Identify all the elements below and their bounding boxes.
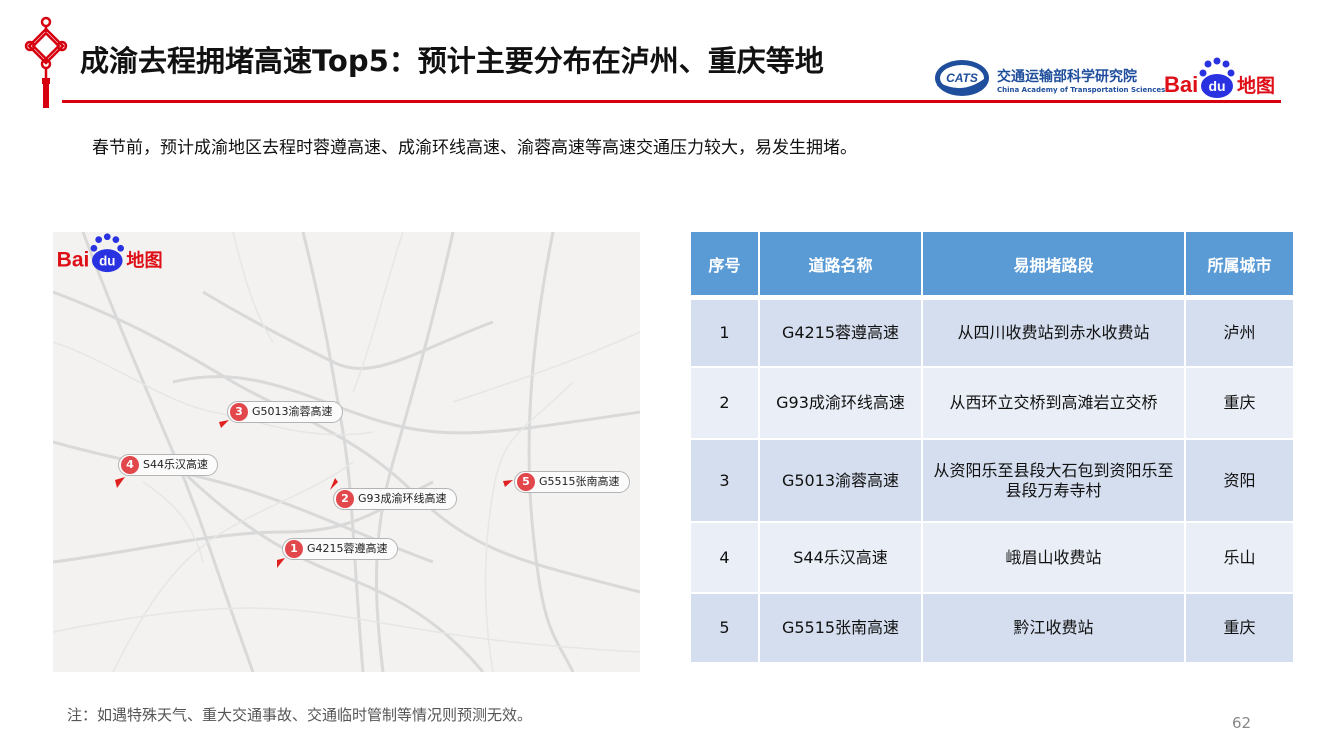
svg-text:du: du	[1208, 78, 1225, 94]
cell-road: G4215蓉遵高速	[760, 300, 923, 368]
marker-label: G93成渝环线高速	[358, 492, 447, 505]
baidu-map-logo: Bai du 地图	[1164, 57, 1275, 98]
cell-road: S44乐汉高速	[760, 523, 923, 594]
cell-section: 峨眉山收费站	[923, 523, 1186, 594]
cell-index: 1	[691, 300, 760, 368]
cell-road: G5515张南高速	[760, 594, 923, 664]
cell-section: 从西环立交桥到高滩岩立交桥	[923, 368, 1186, 440]
cell-section: 从四川收费站到赤水收费站	[923, 300, 1186, 368]
table-row: 4 S44乐汉高速 峨眉山收费站 乐山	[691, 523, 1293, 594]
org-name-en: China Academy of Transportation Sciences	[997, 86, 1166, 94]
marker-label: G4215蓉遵高速	[307, 542, 388, 555]
congestion-table: 序号 道路名称 易拥堵路段 所属城市 1 G4215蓉遵高速 从四川收费站到赤水…	[691, 232, 1293, 664]
map-marker-1[interactable]: 1 G4215蓉遵高速	[282, 538, 398, 560]
cell-city: 资阳	[1186, 440, 1293, 523]
svg-text:Bai: Bai	[1164, 72, 1198, 97]
cell-road: G5013渝蓉高速	[760, 440, 923, 523]
map-baidu-logo: Bai du 地图	[57, 233, 163, 273]
marker-number: 5	[517, 473, 535, 491]
cell-road: G93成渝环线高速	[760, 368, 923, 440]
marker-number: 3	[230, 403, 248, 421]
cell-city: 重庆	[1186, 368, 1293, 440]
map-marker-4[interactable]: 4 S44乐汉高速	[118, 454, 218, 476]
congestion-map: Bai du 地图 3 G5013渝蓉高速 4 S44乐汉高速 2 G93成渝环…	[53, 232, 640, 672]
table-row: 1 G4215蓉遵高速 从四川收费站到赤水收费站 泸州	[691, 300, 1293, 368]
cell-section: 黔江收费站	[923, 594, 1186, 664]
chinese-knot-icon	[24, 16, 68, 108]
cell-city: 重庆	[1186, 594, 1293, 664]
col-header-city: 所属城市	[1186, 232, 1293, 300]
title-divider	[62, 100, 1281, 103]
marker-label: G5515张南高速	[539, 475, 620, 488]
cell-index: 5	[691, 594, 760, 664]
col-header-index: 序号	[691, 232, 760, 300]
table-row: 3 G5013渝蓉高速 从资阳乐至县段大石包到资阳乐至县段万寿寺村 资阳	[691, 440, 1293, 523]
cell-index: 3	[691, 440, 760, 523]
marker-label: S44乐汉高速	[143, 458, 208, 471]
cell-section: 从资阳乐至县段大石包到资阳乐至县段万寿寺村	[923, 440, 1186, 523]
marker-number: 2	[336, 490, 354, 508]
cell-city: 泸州	[1186, 300, 1293, 368]
cell-city: 乐山	[1186, 523, 1293, 594]
svg-text:du: du	[99, 253, 115, 268]
map-marker-3[interactable]: 3 G5013渝蓉高速	[227, 401, 343, 423]
marker-number: 1	[285, 540, 303, 558]
cell-index: 4	[691, 523, 760, 594]
footnote: 注：如遇特殊天气、重大交通事故、交通临时管制等情况则预测无效。	[67, 706, 533, 724]
map-marker-2[interactable]: 2 G93成渝环线高速	[333, 488, 457, 510]
svg-text:Bai: Bai	[57, 248, 90, 271]
col-header-road: 道路名称	[760, 232, 923, 300]
svg-text:地图: 地图	[1237, 74, 1275, 97]
page-number: 62	[1232, 714, 1252, 732]
col-header-section: 易拥堵路段	[923, 232, 1186, 300]
map-marker-5[interactable]: 5 G5515张南高速	[514, 471, 630, 493]
cell-index: 2	[691, 368, 760, 440]
marker-label: G5013渝蓉高速	[252, 405, 333, 418]
org-logo: CATS	[935, 60, 989, 96]
table-row: 2 G93成渝环线高速 从西环立交桥到高滩岩立交桥 重庆	[691, 368, 1293, 440]
org-name: 交通运输部科学研究院	[997, 69, 1137, 85]
marker-number: 4	[121, 456, 139, 474]
page-title: 成渝去程拥堵高速Top5：预计主要分布在泸州、重庆等地	[80, 44, 824, 78]
intro-text: 春节前，预计成渝地区去程时蓉遵高速、成渝环线高速、渝蓉高速等高速交通压力较大，易…	[92, 138, 857, 158]
svg-text:CATS: CATS	[946, 71, 978, 85]
table-row: 5 G5515张南高速 黔江收费站 重庆	[691, 594, 1293, 664]
table-header-row: 序号 道路名称 易拥堵路段 所属城市	[691, 232, 1293, 300]
map-roads	[53, 232, 640, 672]
svg-text:地图: 地图	[126, 249, 162, 271]
